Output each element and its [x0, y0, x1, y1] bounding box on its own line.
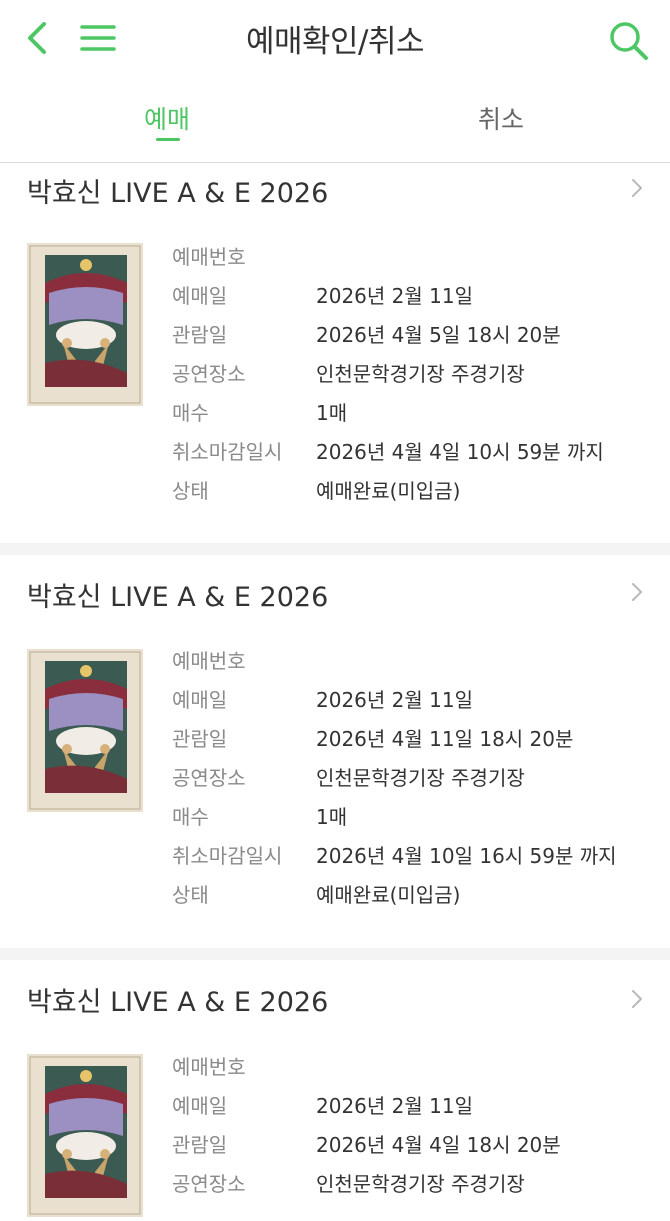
- label-booking-number: 예매번호: [172, 245, 246, 269]
- status-value: 예매완료(미입금): [316, 479, 461, 503]
- poster-image[interactable]: [27, 243, 143, 406]
- booking-date-value: 2026년 2월 11일: [316, 1094, 473, 1118]
- booking-title[interactable]: 박효신 LIVE A & E 2026: [27, 980, 328, 1019]
- tab-bar: 예매 취소: [0, 82, 670, 162]
- label-cancel-deadline: 취소마감일시: [172, 440, 283, 464]
- view-date-value: 2026년 4월 11일 18시 20분: [316, 727, 574, 751]
- page-title: 예매확인/취소: [245, 24, 425, 60]
- booking-date-value: 2026년 2월 11일: [316, 284, 473, 308]
- quantity-value: 1매: [316, 401, 348, 425]
- chevron-right-icon[interactable]: [630, 177, 644, 199]
- active-tab-indicator: [156, 138, 180, 141]
- cancel-deadline-value: 2026년 4월 4일 10시 59분 까지: [316, 440, 604, 464]
- search-icon[interactable]: [606, 18, 650, 62]
- chevron-right-icon[interactable]: [630, 581, 644, 603]
- label-booking-date: 예매일: [172, 688, 228, 712]
- label-status: 상태: [172, 883, 209, 907]
- poster-art: [27, 1054, 143, 1217]
- view-date-value: 2026년 4월 5일 18시 20분: [316, 323, 561, 347]
- label-venue: 공연장소: [172, 1172, 246, 1196]
- booking-title[interactable]: 박효신 LIVE A & E 2026: [27, 171, 328, 210]
- cancel-deadline-value: 2026년 4월 10일 16시 59분 까지: [316, 844, 617, 868]
- tab-cancel[interactable]: 취소: [401, 100, 601, 136]
- venue-value: 인천문학경기장 주경기장: [316, 362, 525, 386]
- label-view-date: 관람일: [172, 323, 228, 347]
- chevron-right-icon[interactable]: [630, 988, 644, 1010]
- tab-booking[interactable]: 예매: [67, 100, 267, 136]
- label-status: 상태: [172, 479, 209, 503]
- booking-card[interactable]: 박효신 LIVE A & E 2026 예매번호 예매일 2026년 2월 11…: [0, 163, 670, 543]
- view-date-value: 2026년 4월 4일 18시 20분: [316, 1133, 561, 1157]
- label-view-date: 관람일: [172, 727, 228, 751]
- booking-card[interactable]: 박효신 LIVE A & E 2026 예매번호 예매일 2026년 2월 11…: [0, 555, 670, 948]
- label-booking-number: 예매번호: [172, 649, 246, 673]
- status-value: 예매완료(미입금): [316, 883, 461, 907]
- card-separator: [0, 948, 670, 960]
- booking-title[interactable]: 박효신 LIVE A & E 2026: [27, 575, 328, 614]
- poster-art: [27, 649, 143, 812]
- booking-date-value: 2026년 2월 11일: [316, 688, 473, 712]
- label-view-date: 관람일: [172, 1133, 228, 1157]
- label-venue: 공연장소: [172, 766, 246, 790]
- poster-art: [27, 243, 143, 406]
- app-header: 예매확인/취소: [0, 0, 670, 80]
- label-venue: 공연장소: [172, 362, 246, 386]
- label-cancel-deadline: 취소마감일시: [172, 844, 283, 868]
- label-quantity: 매수: [172, 401, 209, 425]
- quantity-value: 1매: [316, 805, 348, 829]
- label-booking-date: 예매일: [172, 284, 228, 308]
- card-separator: [0, 543, 670, 555]
- booking-card[interactable]: 박효신 LIVE A & E 2026 예매번호 예매일 2026년 2월 11…: [0, 960, 670, 1200]
- poster-image[interactable]: [27, 649, 143, 812]
- label-booking-number: 예매번호: [172, 1055, 246, 1079]
- label-booking-date: 예매일: [172, 1094, 228, 1118]
- poster-image[interactable]: [27, 1054, 143, 1217]
- venue-value: 인천문학경기장 주경기장: [316, 766, 525, 790]
- label-quantity: 매수: [172, 805, 209, 829]
- venue-value: 인천문학경기장 주경기장: [316, 1172, 525, 1196]
